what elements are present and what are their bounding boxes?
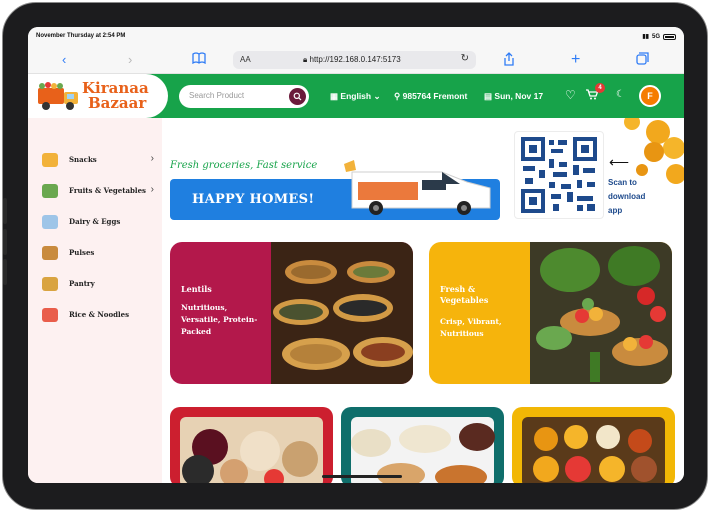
- tabs-overview-icon[interactable]: [636, 52, 649, 69]
- delivery-van-image: [344, 160, 491, 215]
- logo-line-2: Bazaar: [88, 94, 147, 112]
- dark-mode-moon-icon[interactable]: ☾: [616, 89, 625, 100]
- cellular-icon: ▮▮: [642, 34, 649, 40]
- address-bar[interactable]: AA 🔒︎ http://192.168.0.147:5173 ↻: [233, 51, 476, 69]
- screen: November Thursday at 2:54 PM ▮▮ 5G ‹ › A…: [28, 27, 684, 483]
- search-icon: [293, 92, 302, 101]
- date-label: Sun, Nov 17: [494, 91, 544, 101]
- sidebar-item-label: Pulses: [69, 248, 95, 257]
- forward-icon[interactable]: ›: [128, 52, 132, 68]
- category-tile[interactable]: [341, 407, 504, 483]
- search-input[interactable]: Search Product: [189, 91, 244, 100]
- location-selector[interactable]: ⚲ 985764 Fremont: [394, 91, 467, 102]
- sidebar-item-pulses[interactable]: Pulses: [42, 244, 154, 264]
- tile-photo: [180, 417, 323, 483]
- volume-button: [3, 229, 7, 255]
- url-text: 🔒︎ http://192.168.0.147:5173: [303, 55, 401, 65]
- language-label: English: [340, 91, 372, 101]
- hero-tagline: Fresh groceries, Fast service: [170, 160, 318, 171]
- category-sidebar: Snacks › Fruits & Vegetables › Dairy & E…: [28, 118, 162, 483]
- sidebar-item-label: Pantry: [69, 279, 95, 288]
- back-icon[interactable]: ‹: [62, 52, 66, 68]
- hero-banner-text: HAPPY HOMES!: [192, 192, 315, 207]
- browser-toolbar: ‹ › AA 🔒︎ http://192.168.0.147:5173 ↻ +: [28, 47, 684, 74]
- fruits-vegetables-icon: [42, 184, 58, 198]
- sidebar-item-label: Rice & Noodles: [69, 310, 130, 319]
- share-icon[interactable]: [503, 52, 515, 70]
- scan-text-line: app: [608, 206, 623, 215]
- snacks-icon: [42, 153, 58, 167]
- delivery-date[interactable]: ▤ Sun, Nov 17: [484, 91, 543, 102]
- home-indicator: [322, 475, 402, 478]
- volume-button: [3, 259, 7, 285]
- battery-icon: [663, 33, 676, 40]
- sidebar-item-snacks[interactable]: Snacks ›: [42, 151, 154, 171]
- vegetables-photo: [530, 242, 672, 384]
- card-subtitle-line: Packed: [181, 327, 212, 336]
- marigold-decoration: [624, 118, 684, 184]
- search-button[interactable]: [289, 88, 306, 105]
- card-subtitle-line: Crisp, Vibrant,: [440, 317, 502, 326]
- dairy-eggs-icon: [42, 215, 58, 229]
- network-label: 5G: [651, 33, 660, 40]
- url-value: http://192.168.0.147:5173: [309, 55, 401, 64]
- logo[interactable]: Kiranaa Bazaar: [28, 74, 168, 118]
- calendar-icon: ▤: [484, 91, 493, 101]
- category-card-fresh-vegetables[interactable]: Fresh & Vegetables Crisp, Vibrant, Nutri…: [429, 242, 672, 384]
- tile-photo: [351, 417, 495, 483]
- language-icon: ▦: [330, 91, 339, 101]
- pulses-icon: [42, 246, 58, 260]
- card-subtitle-line: Versatile, Protein-: [181, 315, 258, 324]
- card-title-line: Vegetables: [440, 295, 489, 305]
- card-title: Fresh & Vegetables: [440, 284, 488, 306]
- logo-text: Kiranaa Bazaar: [82, 81, 149, 111]
- lentils-photo: [271, 242, 413, 384]
- delivery-truck-logo-icon: [38, 82, 78, 110]
- card-subtitle-line: Nutritious: [440, 329, 484, 338]
- chevron-right-icon: ›: [150, 153, 154, 164]
- site-header: Kiranaa Bazaar Search Product ▦ English …: [28, 74, 684, 118]
- status-bar: November Thursday at 2:54 PM ▮▮ 5G: [28, 27, 684, 47]
- scan-text-line: download: [608, 192, 646, 201]
- chevron-down-icon: ⌄: [373, 91, 381, 101]
- bookmarks-icon[interactable]: [192, 52, 206, 68]
- lock-icon: 🔒︎: [303, 55, 308, 64]
- heart-icon[interactable]: ♡: [565, 88, 576, 102]
- card-title-line: Fresh &: [440, 284, 476, 294]
- qr-code[interactable]: [514, 131, 604, 219]
- category-tile[interactable]: [170, 407, 333, 483]
- category-tile[interactable]: [512, 407, 675, 483]
- sidebar-item-label: Snacks: [69, 155, 97, 164]
- search-box[interactable]: Search Product: [179, 85, 309, 108]
- sidebar-item-label: Fruits & Vegetables: [69, 186, 146, 195]
- sidebar-item-rice-noodles[interactable]: Rice & Noodles: [42, 306, 154, 326]
- chevron-right-icon: ›: [150, 184, 154, 195]
- volume-button: [3, 198, 7, 224]
- sidebar-item-pantry[interactable]: Pantry: [42, 275, 154, 295]
- qr-code-icon: [521, 137, 597, 213]
- reload-icon[interactable]: ↻: [461, 53, 469, 64]
- tile-photo: [522, 417, 665, 483]
- card-subtitle-line: Nutritious,: [181, 303, 228, 312]
- sidebar-item-label: Dairy & Eggs: [69, 217, 121, 226]
- cart-count-badge: 4: [595, 83, 605, 93]
- language-selector[interactable]: ▦ English ⌄: [330, 91, 381, 102]
- status-time: November Thursday at 2:54 PM: [36, 33, 126, 39]
- main-content: Fresh groceries, Fast service HAPPY HOME…: [162, 118, 684, 483]
- location-pin-icon: ⚲: [394, 91, 401, 101]
- text-size-button[interactable]: AA: [240, 55, 251, 64]
- avatar[interactable]: F: [639, 85, 661, 107]
- card-title: Lentils: [181, 284, 212, 294]
- new-tab-icon[interactable]: +: [571, 52, 580, 68]
- pantry-icon: [42, 277, 58, 291]
- sidebar-item-fruits-vegetables[interactable]: Fruits & Vegetables ›: [42, 182, 154, 202]
- rice-noodles-icon: [42, 308, 58, 322]
- category-card-lentils[interactable]: Lentils Nutritious, Versatile, Protein- …: [170, 242, 413, 384]
- location-label: 985764 Fremont: [402, 91, 468, 101]
- sidebar-item-dairy-eggs[interactable]: Dairy & Eggs: [42, 213, 154, 233]
